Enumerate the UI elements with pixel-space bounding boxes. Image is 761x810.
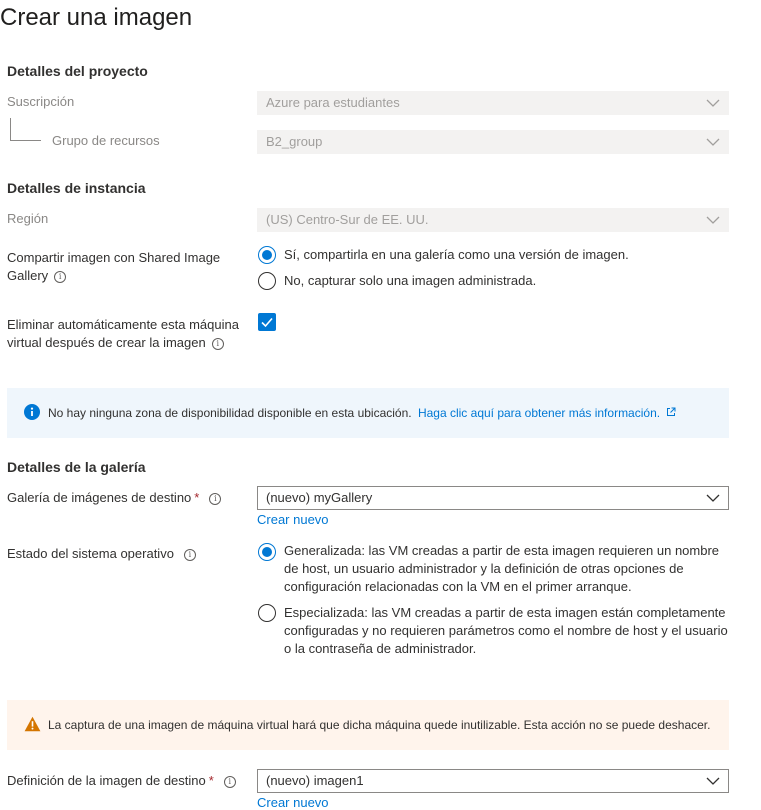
info-icon[interactable]: i [209, 493, 222, 505]
os-state-specialized-radio[interactable] [258, 604, 276, 622]
availability-zone-info-bar: No hay ninguna zona de disponibilidad di… [7, 388, 729, 438]
region-value: (US) Centro-Sur de EE. UU. [266, 212, 429, 227]
project-details-heading: Detalles del proyecto [7, 63, 148, 79]
subscription-value: Azure para estudiantes [266, 95, 400, 110]
generalized-line1: Generalizada: las VM creadas a partir de… [284, 543, 720, 558]
share-no-radio[interactable] [258, 272, 276, 290]
info-circle-icon [24, 404, 40, 420]
more-info-link[interactable]: Haga clic aquí para obtener más informac… [418, 406, 660, 420]
info-bar-text: No hay ninguna zona de disponibilidad di… [48, 406, 412, 420]
os-state-specialized-label[interactable]: Especializada: las VM creadas a partir d… [284, 604, 728, 658]
chevron-down-icon [706, 216, 720, 224]
required-asterisk: * [208, 773, 214, 788]
image-definition-label-text: Definición de la imagen de destino [7, 773, 206, 788]
os-state-generalized-radio[interactable] [258, 543, 276, 561]
chevron-down-icon [706, 99, 720, 107]
create-new-gallery-link[interactable]: Crear nuevo [257, 512, 329, 527]
generalized-line2: de host, un usuario administrador y la d… [284, 561, 684, 576]
share-no-label[interactable]: No, capturar solo una imagen administrad… [284, 272, 536, 290]
chevron-down-icon [706, 494, 720, 502]
external-link-icon[interactable] [666, 407, 676, 417]
specialized-line3: o la contraseña de administrador. [284, 641, 477, 656]
warning-message: La captura de una imagen de máquina virt… [48, 718, 711, 732]
info-icon[interactable]: i [223, 776, 236, 788]
auto-delete-label-line2: virtual después de crear la imagen [7, 335, 206, 350]
create-new-definition-link[interactable]: Crear nuevo [257, 795, 329, 810]
capture-warning-bar: La captura de una imagen de máquina virt… [7, 700, 729, 750]
info-icon[interactable]: i [211, 338, 224, 350]
share-yes-radio[interactable] [258, 246, 276, 264]
specialized-line2: configuradas y no requieren parámetros c… [284, 623, 728, 638]
gallery-details-heading: Detalles de la galería [7, 459, 146, 475]
specialized-line1: Especializada: las VM creadas a partir d… [284, 605, 726, 620]
info-icon[interactable]: i [54, 271, 67, 283]
share-gallery-label-line2: Gallery [7, 268, 49, 283]
image-definition-value: (nuevo) imagen1 [266, 773, 364, 788]
resource-group-label: Grupo de recursos [52, 133, 160, 148]
chevron-down-icon [706, 777, 720, 785]
tree-connector [10, 118, 41, 141]
auto-delete-label: Eliminar automáticamente esta máquina vi… [7, 316, 239, 352]
auto-delete-checkbox[interactable] [258, 313, 276, 331]
image-definition-label: Definición de la imagen de destino * i [7, 772, 236, 790]
chevron-down-icon [706, 138, 720, 146]
info-icon[interactable]: i [183, 549, 196, 561]
target-gallery-label-text: Galería de imágenes de destino [7, 490, 192, 505]
subscription-label: Suscripción [7, 94, 75, 109]
checkmark-icon [261, 317, 273, 328]
instance-details-heading: Detalles de instancia [7, 180, 146, 196]
info-bar-message: No hay ninguna zona de disponibilidad di… [48, 405, 676, 421]
image-definition-select[interactable]: (nuevo) imagen1 [257, 769, 729, 793]
target-gallery-value: (nuevo) myGallery [266, 490, 373, 505]
resource-group-select[interactable]: B2_group [257, 130, 729, 154]
subscription-select[interactable]: Azure para estudiantes [257, 91, 729, 115]
os-state-label: Estado del sistema operativo i [7, 545, 196, 563]
auto-delete-label-line1: Eliminar automáticamente esta máquina [7, 317, 239, 332]
generalized-line3: configuración relacionadas con la VM en … [284, 579, 632, 594]
resource-group-value: B2_group [266, 134, 323, 149]
warning-icon [24, 716, 41, 732]
share-gallery-label: Compartir imagen con Shared Image Galler… [7, 249, 220, 285]
required-asterisk: * [194, 490, 200, 505]
region-label: Región [7, 211, 49, 226]
share-yes-label[interactable]: Sí, compartirla en una galería como una … [284, 246, 629, 264]
os-state-label-text: Estado del sistema operativo [7, 546, 174, 561]
share-gallery-label-line1: Compartir imagen con Shared Image [7, 250, 221, 265]
target-gallery-label: Galería de imágenes de destino * i [7, 489, 222, 507]
target-gallery-select[interactable]: (nuevo) myGallery [257, 486, 729, 510]
page-title: Crear una imagen [0, 4, 193, 31]
region-select[interactable]: (US) Centro-Sur de EE. UU. [257, 208, 729, 232]
os-state-generalized-label[interactable]: Generalizada: las VM creadas a partir de… [284, 542, 719, 596]
